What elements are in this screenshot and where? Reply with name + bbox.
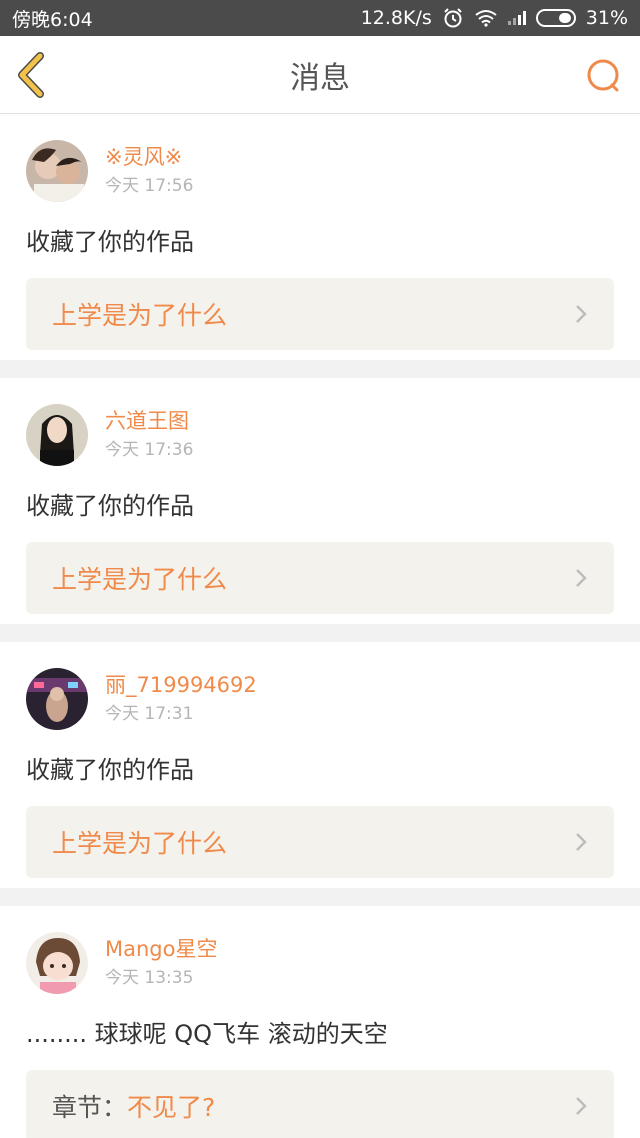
work-link[interactable]: 上学是为了什么 (26, 806, 614, 878)
message-card: Mango星空 今天 13:35 ........ 球球呢 QQ飞车 滚动的天空… (0, 906, 640, 1138)
avatar[interactable] (26, 140, 88, 202)
action-text: ........ 球球呢 QQ飞车 滚动的天空 (26, 1020, 388, 1048)
chapter-title: 不见了? (127, 1093, 216, 1122)
timestamp: 今天 13:35 (105, 968, 194, 988)
avatar[interactable] (26, 404, 88, 466)
status-indicators: 12.8K/s 31% (361, 7, 628, 29)
message-card: 六道王图 今天 17:36 收藏了你的作品 上学是为了什么 (0, 378, 640, 624)
action-text: 收藏了你的作品 (26, 756, 194, 784)
user-row: ※灵风※ 今天 17:56 (26, 140, 614, 202)
user-row: Mango星空 今天 13:35 (26, 932, 614, 994)
chevron-right-icon (576, 305, 587, 323)
timestamp: 今天 17:31 (105, 704, 194, 724)
wifi-icon (475, 10, 497, 27)
back-icon[interactable] (14, 52, 54, 98)
username[interactable]: 六道王图 (105, 407, 193, 435)
page-title: 消息 (290, 60, 350, 96)
message-card: 丽_719994692 今天 17:31 收藏了你的作品 上学是为了什么 (0, 642, 640, 888)
battery-level: 31% (585, 7, 628, 29)
work-link[interactable]: 上学是为了什么 (26, 542, 614, 614)
username[interactable]: Mango星空 (105, 935, 217, 963)
work-link[interactable]: 上学是为了什么 (26, 278, 614, 350)
work-title: 上学是为了什么 (52, 829, 228, 858)
avatar[interactable] (26, 932, 88, 994)
status-bar: 傍晚6:04 12.8K/s 31% (0, 0, 640, 36)
work-title: 上学是为了什么 (52, 301, 228, 330)
app-header: 消息 (0, 36, 640, 114)
battery-icon (535, 9, 576, 27)
alarm-icon (444, 8, 462, 28)
network-speed: 12.8K/s (360, 7, 432, 29)
message-list: ※灵风※ 今天 17:56 收藏了你的作品 上学是为了什么 六道王图 今天 17… (0, 114, 640, 1138)
chevron-right-icon (576, 833, 587, 851)
status-time: 傍晚6:04 (12, 8, 93, 31)
action-text: 收藏了你的作品 (26, 228, 194, 256)
work-title: 上学是为了什么 (52, 565, 228, 594)
chapter-text: 章节：不见了? (52, 1088, 215, 1124)
user-row: 六道王图 今天 17:36 (26, 404, 614, 466)
chevron-right-icon (576, 1097, 587, 1115)
signal-icon (507, 11, 526, 25)
action-text: 收藏了你的作品 (26, 492, 194, 520)
timestamp: 今天 17:36 (105, 440, 194, 460)
chapter-label: 章节： (52, 1093, 128, 1122)
search-icon[interactable] (584, 56, 624, 96)
timestamp: 今天 17:56 (105, 176, 194, 196)
user-row: 丽_719994692 今天 17:31 (26, 668, 614, 730)
chapter-link[interactable]: 章节：不见了? (26, 1070, 614, 1138)
avatar[interactable] (26, 668, 88, 730)
username[interactable]: 丽_719994692 (105, 671, 257, 699)
chevron-right-icon (576, 569, 587, 587)
message-card: ※灵风※ 今天 17:56 收藏了你的作品 上学是为了什么 (0, 114, 640, 360)
username[interactable]: ※灵风※ (105, 143, 193, 171)
